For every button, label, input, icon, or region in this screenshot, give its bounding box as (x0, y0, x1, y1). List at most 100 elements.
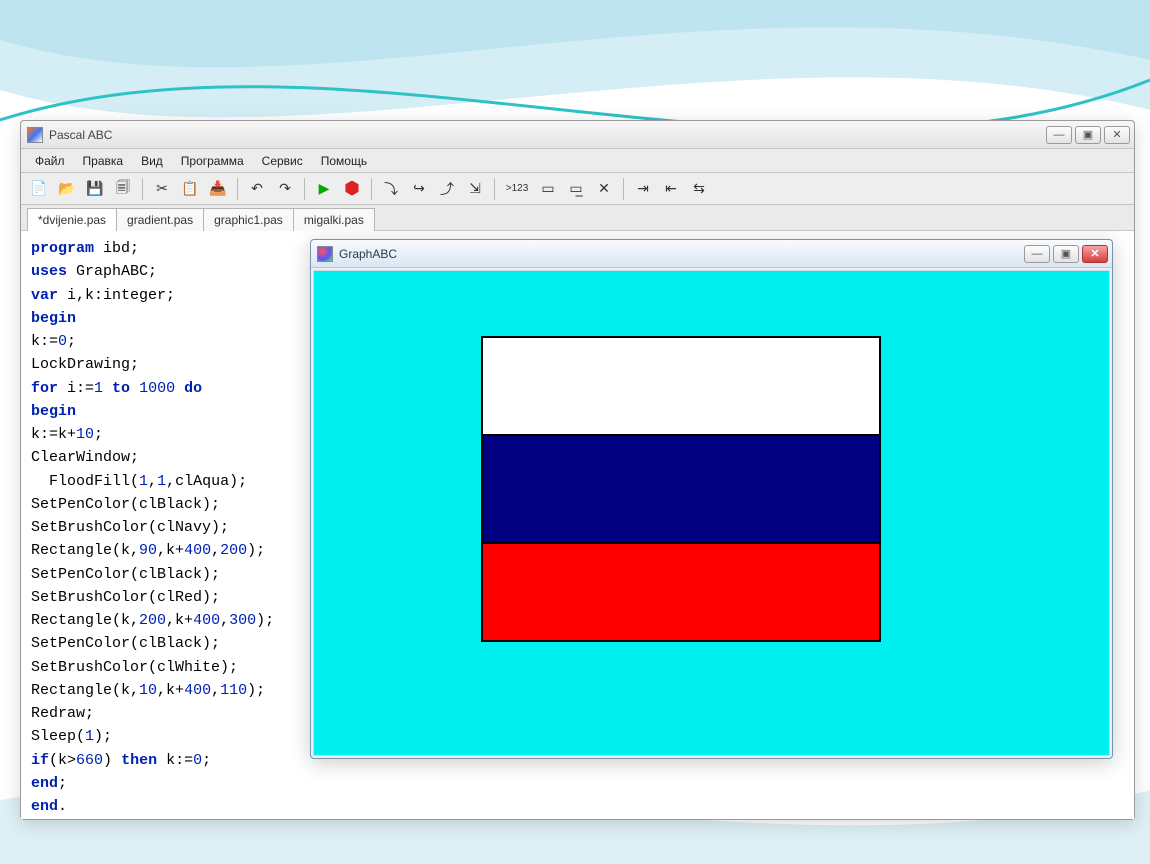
code-token: ibd; (103, 240, 139, 257)
code-token: 10 (76, 426, 94, 443)
code-token: 300 (229, 612, 256, 629)
toolbar-button[interactable]: 🗐 (111, 177, 135, 201)
graphabc-icon (317, 246, 333, 262)
toolbar-button[interactable]: ▭ (536, 177, 560, 201)
white-stripe (481, 336, 881, 436)
toolbar-separator (623, 178, 624, 200)
toolbar-button[interactable]: ▶ (312, 177, 336, 201)
code-token: SetBrushColor(clWhite); (31, 659, 238, 676)
menu-item[interactable]: Файл (27, 151, 73, 171)
code-token: Redraw; (31, 705, 94, 722)
toolbar-button[interactable]: ✕ (592, 177, 616, 201)
toolbar-separator (371, 178, 372, 200)
file-tab[interactable]: migalki.pas (293, 208, 375, 231)
code-token: k:= (166, 752, 193, 769)
code-token: 1 (139, 473, 148, 490)
code-token: ,k+ (157, 542, 184, 559)
toolbar-button[interactable]: >123 (502, 177, 532, 201)
file-tab[interactable]: gradient.pas (116, 208, 204, 231)
toolbar-button[interactable]: ↶ (245, 177, 269, 201)
menu-item[interactable]: Вид (133, 151, 171, 171)
menu-item[interactable]: Сервис (254, 151, 311, 171)
editor-area: program ibd; uses GraphABC; var i,k:inte… (21, 231, 1134, 819)
code-token: ); (94, 728, 112, 745)
code-token: 200 (220, 542, 247, 559)
code-token: 110 (220, 682, 247, 699)
code-token: ) (103, 752, 121, 769)
menu-item[interactable]: Программа (173, 151, 252, 171)
toolbar: 📄📂💾🗐 ✂📋📥 ↶↷ ▶⬢ ⤵↪⤴⇲ >123▭▭̲✕ ⇥⇤⇆ (21, 173, 1134, 205)
code-token: i:= (67, 380, 94, 397)
maximize-button[interactable]: ▣ (1075, 126, 1101, 144)
toolbar-button[interactable]: ⇲ (463, 177, 487, 201)
code-token: to (103, 380, 139, 397)
code-token: ; (67, 333, 76, 350)
code-token: Rectangle(k, (31, 612, 139, 629)
graphabc-minimize-button[interactable]: — (1024, 245, 1050, 263)
toolbar-button[interactable]: ⇆ (687, 177, 711, 201)
code-token: , (211, 542, 220, 559)
toolbar-button[interactable]: 📂 (55, 177, 79, 201)
toolbar-button[interactable]: ✂ (150, 177, 174, 201)
code-editor[interactable]: program ibd; uses GraphABC; var i,k:inte… (21, 231, 301, 819)
code-token: begin (31, 310, 76, 327)
toolbar-button[interactable]: ⇤ (659, 177, 683, 201)
file-tab[interactable]: graphic1.pas (203, 208, 294, 231)
code-token: k:=k+ (31, 426, 76, 443)
code-token: (k> (49, 752, 76, 769)
code-token: then (121, 752, 166, 769)
code-token: program (31, 240, 103, 257)
code-token: Rectangle(k, (31, 542, 139, 559)
toolbar-button[interactable]: 📄 (27, 177, 51, 201)
code-token: ); (247, 682, 265, 699)
code-token: ; (202, 752, 211, 769)
toolbar-separator (494, 178, 495, 200)
code-token: ; (58, 775, 67, 792)
code-token: 1 (85, 728, 94, 745)
navy-stripe (481, 434, 881, 544)
code-token: , (220, 612, 229, 629)
toolbar-button[interactable]: ↷ (273, 177, 297, 201)
code-token: SetBrushColor(clNavy); (31, 519, 229, 536)
code-token: Sleep( (31, 728, 85, 745)
code-token: Rectangle(k, (31, 682, 139, 699)
code-token: 10 (139, 682, 157, 699)
main-titlebar[interactable]: Pascal ABC — ▣ ✕ (21, 121, 1134, 149)
code-token: 0 (58, 333, 67, 350)
toolbar-button[interactable]: ↪ (407, 177, 431, 201)
toolbar-button[interactable]: ⬢ (340, 177, 364, 201)
code-token: 1000 (139, 380, 175, 397)
toolbar-button[interactable]: 💾 (83, 177, 107, 201)
toolbar-button[interactable]: ⤴ (435, 177, 459, 201)
code-token: end (31, 775, 58, 792)
code-token: ; (94, 426, 103, 443)
graphabc-canvas (313, 270, 1110, 756)
graphabc-close-button[interactable]: ✕ (1082, 245, 1108, 263)
code-token: SetPenColor(clBlack); (31, 566, 220, 583)
code-token: , (148, 473, 157, 490)
graphabc-maximize-button[interactable]: ▣ (1053, 245, 1079, 263)
code-token: 660 (76, 752, 103, 769)
code-token: ClearWindow; (31, 449, 139, 466)
code-token: var (31, 287, 67, 304)
code-token: SetPenColor(clBlack); (31, 496, 220, 513)
code-token: k:= (31, 333, 58, 350)
toolbar-button[interactable]: ⤵ (379, 177, 403, 201)
red-stripe (481, 542, 881, 642)
code-token: FloodFill( (31, 473, 139, 490)
close-button[interactable]: ✕ (1104, 126, 1130, 144)
code-token: 1 (157, 473, 166, 490)
toolbar-button[interactable]: ⇥ (631, 177, 655, 201)
toolbar-button[interactable]: 📋 (178, 177, 202, 201)
menu-item[interactable]: Правка (75, 151, 132, 171)
code-token: LockDrawing; (31, 356, 139, 373)
toolbar-button[interactable]: 📥 (206, 177, 230, 201)
code-token: 400 (184, 542, 211, 559)
code-token: ); (247, 542, 265, 559)
minimize-button[interactable]: — (1046, 126, 1072, 144)
graphabc-titlebar[interactable]: GraphABC — ▣ ✕ (311, 240, 1112, 268)
file-tab[interactable]: *dvijenie.pas (27, 208, 117, 231)
toolbar-button[interactable]: ▭̲ (564, 177, 588, 201)
code-token: if (31, 752, 49, 769)
menu-item[interactable]: Помощь (313, 151, 375, 171)
